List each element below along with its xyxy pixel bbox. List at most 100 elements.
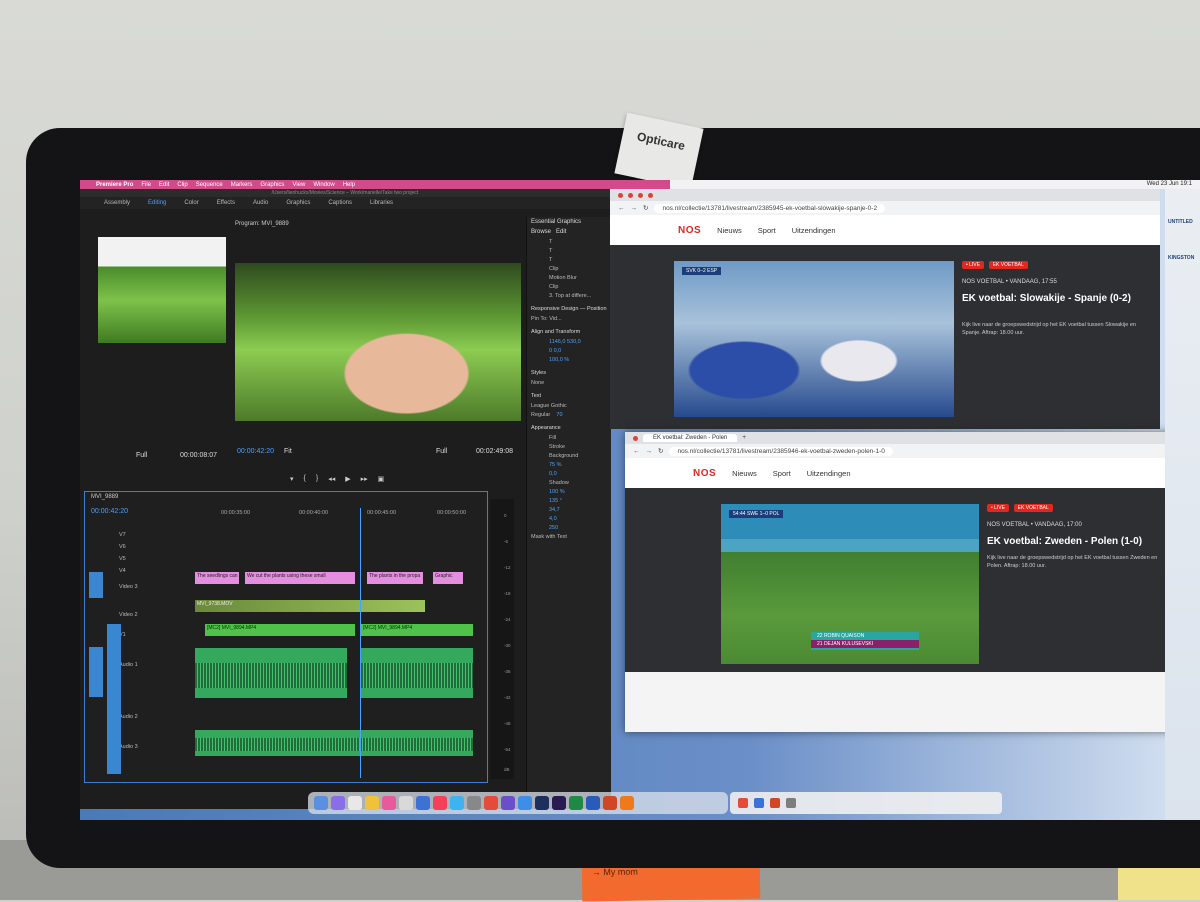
chrome-icon[interactable]: [484, 796, 498, 810]
eg-pin-select[interactable]: Vid...: [549, 316, 561, 322]
browser-tab-favicon[interactable]: [618, 192, 623, 198]
menu-clock[interactable]: Wed 23 Jun 19:1: [1147, 181, 1192, 187]
track-v2-label[interactable]: Video 2: [119, 612, 138, 618]
powerpoint-icon[interactable]: [603, 796, 617, 810]
back-icon[interactable]: ←: [633, 448, 640, 455]
forward-icon[interactable]: →: [631, 205, 638, 212]
eg-bg-size[interactable]: 0,0: [549, 471, 557, 477]
nav-uitzendingen[interactable]: Uitzendingen: [792, 226, 836, 235]
timeline-sequence-tab[interactable]: MVI_9889: [85, 492, 487, 502]
track-v7[interactable]: V7: [119, 532, 126, 538]
workspace-captions[interactable]: Captions: [328, 200, 352, 206]
app-icon[interactable]: [770, 798, 780, 808]
eg-position-x[interactable]: 1146,0: [549, 339, 565, 345]
menu-file[interactable]: File: [141, 182, 151, 188]
eg-layer[interactable]: 3. Top at differe...: [527, 291, 611, 300]
menu-graphics[interactable]: Graphics: [260, 182, 284, 188]
marker-icon[interactable]: ▾: [290, 475, 294, 483]
workspace-effects[interactable]: Effects: [217, 200, 235, 206]
graphic-clip[interactable]: The plants in the propa: [367, 572, 423, 584]
workspace-libraries[interactable]: Libraries: [370, 200, 393, 206]
video-player-slowakije-spanje[interactable]: SVK 0–2 ESP: [674, 261, 954, 417]
eg-shadow-distance[interactable]: 34,7: [549, 507, 560, 513]
nav-sport[interactable]: Sport: [773, 469, 791, 478]
browser-tab-favicon[interactable]: [628, 192, 633, 198]
playhead[interactable]: [360, 508, 361, 778]
track-target-audio[interactable]: [89, 647, 103, 697]
app-icon[interactable]: [738, 798, 748, 808]
browser-tab-favicon[interactable]: [648, 192, 653, 198]
workspace-color[interactable]: Color: [184, 200, 198, 206]
illustrator-icon[interactable]: [620, 796, 634, 810]
nos-logo[interactable]: NOS: [693, 468, 716, 479]
program-fit[interactable]: Fit: [284, 448, 292, 455]
video-clip[interactable]: [MC2] MVI_9894.MP4: [361, 624, 473, 636]
timeline-timecode[interactable]: 00:00:42:20: [91, 508, 128, 515]
export-frame-icon[interactable]: ▣: [378, 475, 385, 483]
browser2-tab[interactable]: EK voetbal: Zweden - Polen: [643, 434, 738, 442]
menu-sequence[interactable]: Sequence: [196, 182, 223, 188]
siri-icon[interactable]: [331, 796, 345, 810]
graphic-clip[interactable]: Graphic: [433, 572, 463, 584]
eg-rotation[interactable]: 0: [549, 348, 552, 354]
menu-edit[interactable]: Edit: [159, 182, 169, 188]
menu-help[interactable]: Help: [343, 182, 355, 188]
track-v6[interactable]: V6: [119, 544, 126, 550]
reload-icon[interactable]: ↻: [658, 447, 663, 455]
audio-clip[interactable]: [195, 730, 473, 756]
excel-icon[interactable]: [569, 796, 583, 810]
timeline-ruler[interactable]: 00:00:35:00 00:00:40:00 00:00:45:00 00:0…: [191, 508, 481, 520]
in-point-icon[interactable]: {: [304, 475, 306, 483]
ek-badge[interactable]: EK VOETBAL: [988, 261, 1028, 269]
track-v5[interactable]: V5: [119, 556, 126, 562]
video-player-zweden-polen[interactable]: 54:44 SWE 1–0 POL 22 ROBIN QUAISON 21 DE…: [721, 504, 979, 664]
nav-nieuws[interactable]: Nieuws: [717, 226, 742, 235]
eg-shadow[interactable]: Shadow: [527, 478, 611, 487]
track-v3-label[interactable]: Video 3: [119, 584, 138, 590]
photos-icon[interactable]: [382, 796, 396, 810]
eg-fill[interactable]: Fill: [527, 433, 611, 442]
ek-badge[interactable]: EK VOETBAL: [1013, 504, 1053, 512]
eg-shadow-angle[interactable]: 135 °: [549, 498, 562, 504]
safari-icon[interactable]: [450, 796, 464, 810]
eg-layer[interactable]: T: [527, 255, 611, 264]
eg-font-select[interactable]: League Gothic: [527, 401, 611, 410]
source-timecode[interactable]: 00:00:08:07: [180, 452, 217, 459]
app-store-icon[interactable]: [416, 796, 430, 810]
music-icon[interactable]: [433, 796, 447, 810]
finder-icon[interactable]: [314, 796, 328, 810]
eg-mask-checkbox[interactable]: Mask with Text: [527, 532, 611, 541]
graphic-clip[interactable]: The seedlings can: [195, 572, 239, 584]
play-icon[interactable]: ▶: [345, 475, 350, 483]
workspace-assembly[interactable]: Assembly: [104, 200, 130, 206]
eg-anchor[interactable]: 0,0: [554, 348, 562, 354]
step-back-icon[interactable]: ◂◂: [328, 475, 335, 483]
audio-clip[interactable]: [361, 648, 473, 698]
imovie-icon[interactable]: [501, 796, 515, 810]
browser-tab-favicon[interactable]: [638, 192, 643, 198]
track-v4[interactable]: V4: [119, 568, 126, 574]
zoom-icon[interactable]: [518, 796, 532, 810]
app-icon[interactable]: [754, 798, 764, 808]
back-icon[interactable]: ←: [618, 205, 625, 212]
eg-tab-edit[interactable]: Edit: [556, 229, 566, 235]
track-target-v1[interactable]: [89, 572, 103, 598]
workspace-editing[interactable]: Editing: [148, 200, 166, 206]
browser1-tabstrip[interactable]: [610, 189, 1160, 201]
new-tab-icon[interactable]: +: [742, 435, 746, 441]
browser2-address-bar[interactable]: nos.nl/collectie/13781/livestream/238594…: [669, 446, 893, 456]
menu-window[interactable]: Window: [313, 182, 334, 188]
audio-clip[interactable]: [195, 648, 347, 698]
eg-layer[interactable]: Motion Blur: [527, 273, 611, 282]
menu-clip[interactable]: Clip: [177, 182, 187, 188]
eg-layer[interactable]: T: [527, 237, 611, 246]
browser1-address-bar[interactable]: nos.nl/collectie/13781/livestream/238594…: [654, 203, 886, 213]
eg-scale[interactable]: 100,0 %: [549, 357, 569, 363]
eg-shadow-opacity[interactable]: 100 %: [549, 489, 565, 495]
calendar-icon[interactable]: [399, 796, 413, 810]
eg-background[interactable]: Background: [527, 451, 611, 460]
word-icon[interactable]: [586, 796, 600, 810]
track-a1-label[interactable]: Audio 1: [119, 662, 138, 668]
video-clip[interactable]: MVI_9738.MOV: [195, 600, 425, 612]
nav-uitzendingen[interactable]: Uitzendingen: [807, 469, 851, 478]
